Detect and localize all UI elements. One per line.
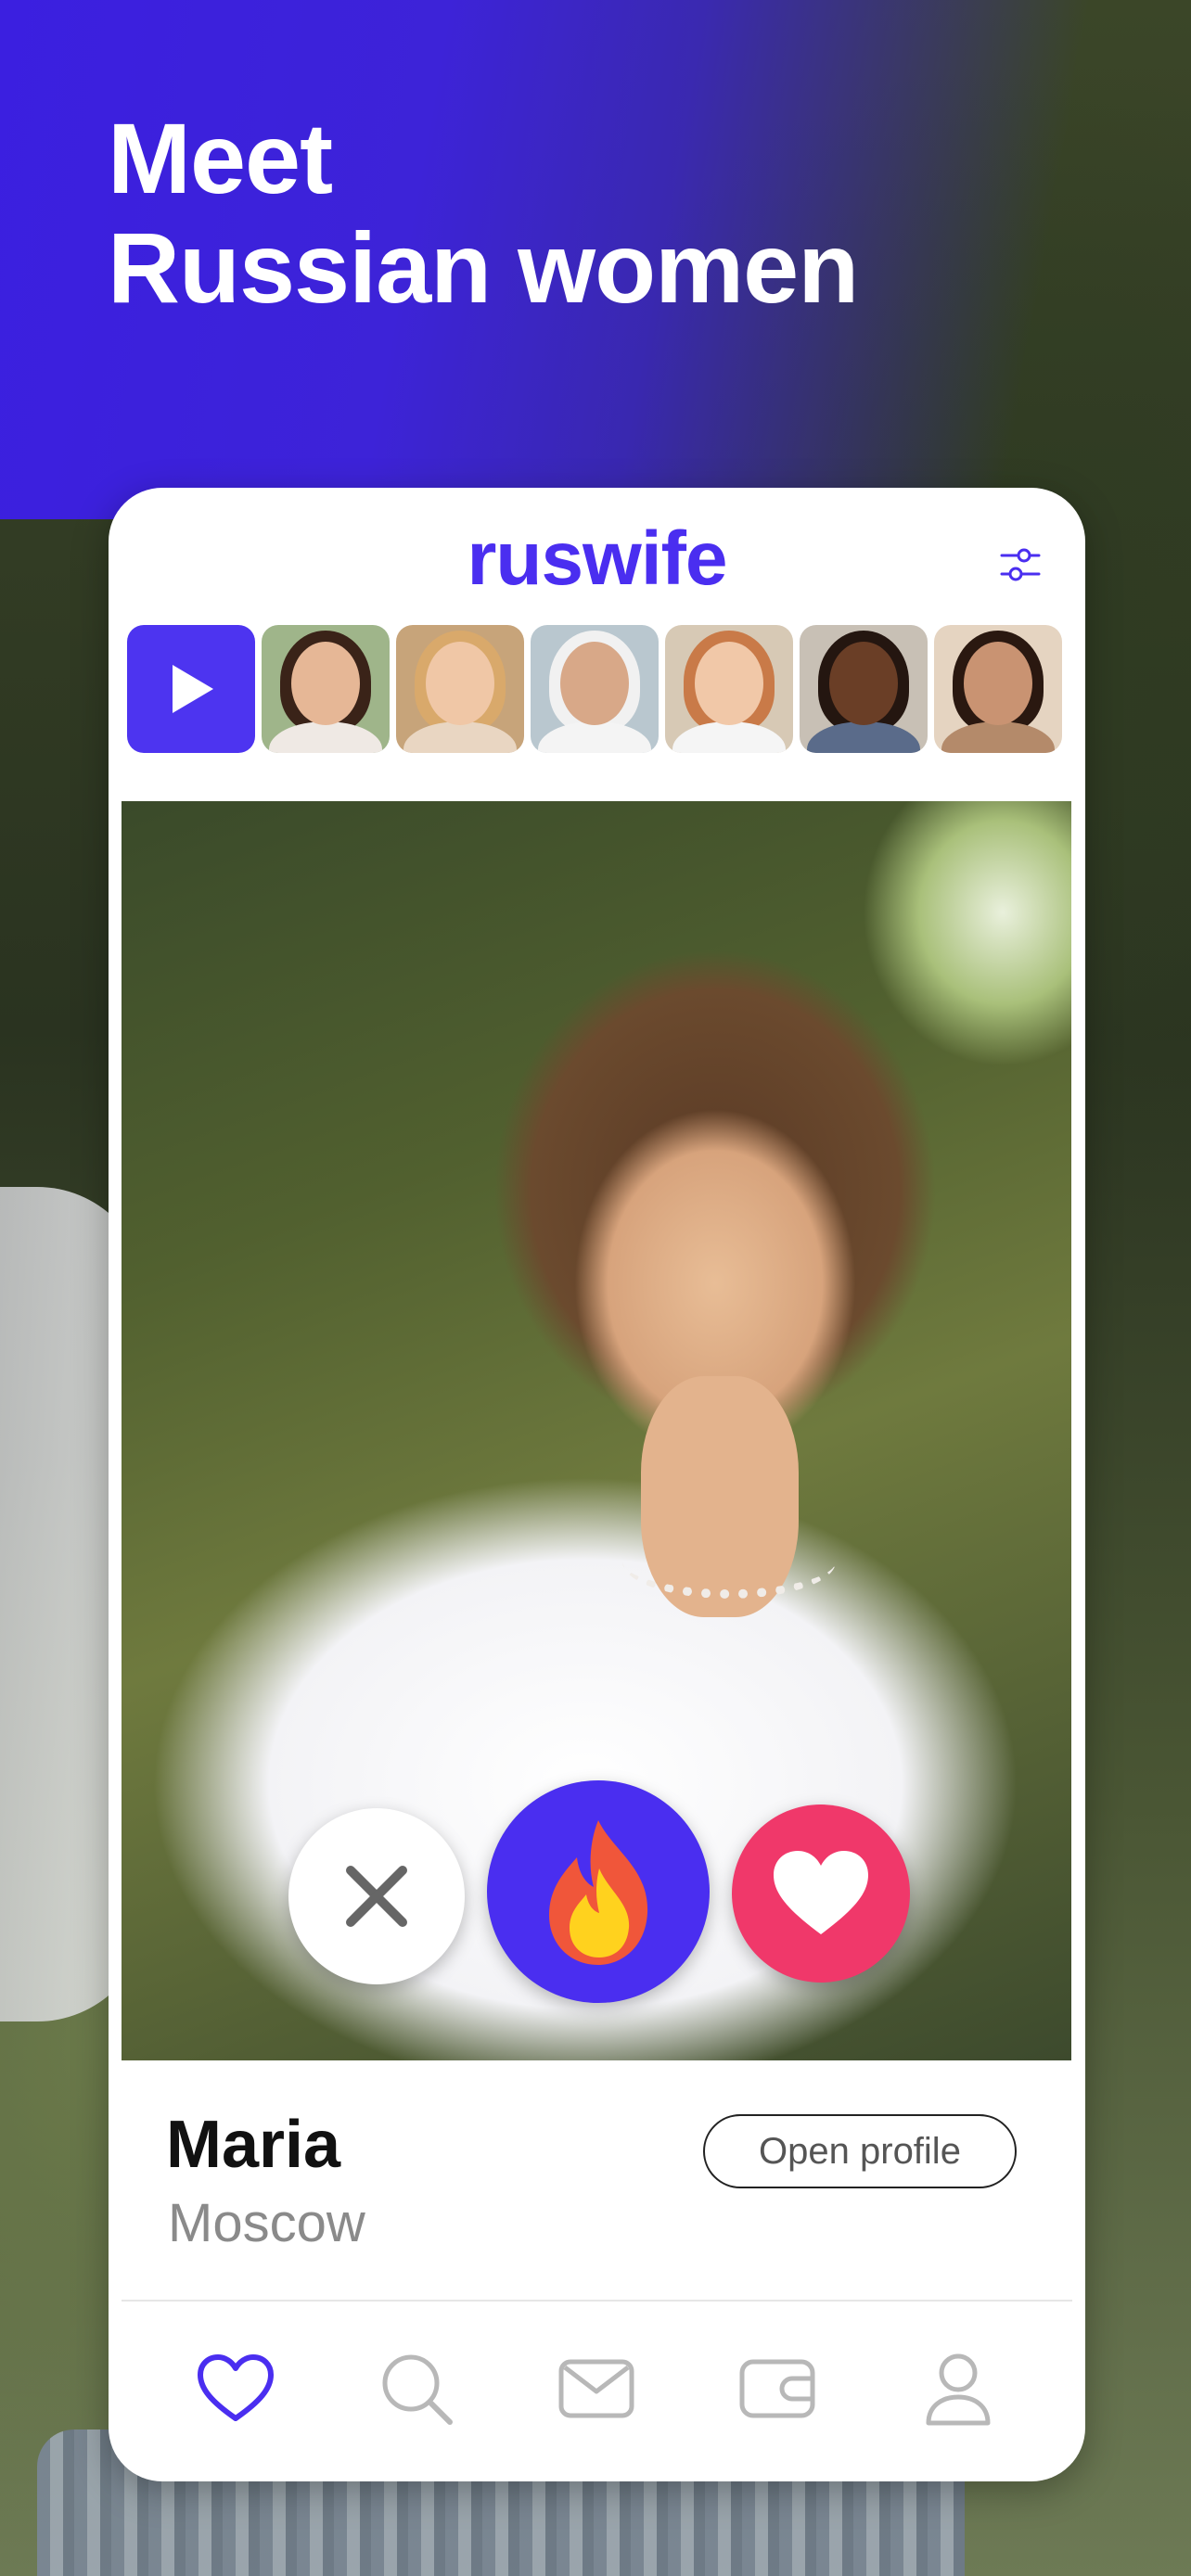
avatar-body [807, 721, 920, 753]
open-profile-button[interactable]: Open profile [703, 2114, 1017, 2188]
user-icon [926, 2353, 991, 2426]
story-video[interactable] [127, 625, 255, 753]
headline-line-1: Meet [108, 102, 333, 214]
avatar-face [964, 642, 1032, 725]
search-icon [382, 2354, 453, 2425]
tab-wallet[interactable] [731, 2342, 824, 2435]
profile-name: Maria [166, 2108, 341, 2182]
swipe-actions [109, 1780, 1085, 2003]
avatar-face [426, 642, 494, 725]
story-avatar-5[interactable] [800, 625, 928, 753]
wallet-icon [739, 2359, 815, 2418]
photo-necklace [622, 1524, 836, 1599]
avatar-body [538, 721, 651, 753]
like-button[interactable] [732, 1804, 910, 1983]
app-screen-card: ruswife Maria Moscow Open profile [109, 488, 1085, 2481]
tab-search[interactable] [370, 2342, 463, 2435]
app-logo: ruswife [467, 516, 727, 601]
stories-row [127, 625, 1062, 753]
tab-messages[interactable] [550, 2342, 643, 2435]
tabbar-divider [122, 2300, 1072, 2302]
heart-icon [774, 1851, 868, 1934]
play-icon [173, 665, 213, 713]
tab-likes[interactable] [189, 2342, 282, 2435]
tab-profile[interactable] [912, 2342, 1005, 2435]
story-avatar-2[interactable] [396, 625, 524, 753]
close-icon [346, 1866, 407, 1927]
avatar-body [269, 721, 382, 753]
filter-icon [1000, 548, 1041, 581]
bottom-tab-bar [109, 2333, 1085, 2444]
avatar-face [560, 642, 629, 725]
avatar-face [291, 642, 360, 725]
headline-line-2: Russian women [108, 211, 859, 324]
story-avatar-6[interactable] [934, 625, 1062, 753]
story-avatar-1[interactable] [262, 625, 390, 753]
avatar-body [403, 721, 517, 753]
super-like-button[interactable] [487, 1780, 710, 2003]
avatar-face [695, 642, 763, 725]
dislike-button[interactable] [288, 1808, 465, 1984]
fire-icon [549, 1820, 648, 1965]
profile-city: Moscow [168, 2193, 365, 2253]
headline: Meet Russian women [108, 102, 859, 324]
mail-icon [558, 2359, 634, 2418]
filter-button[interactable] [992, 536, 1049, 593]
avatar-face [829, 642, 898, 725]
avatar-body [672, 721, 786, 753]
heart-outline-icon [198, 2354, 275, 2421]
story-avatar-4[interactable] [665, 625, 793, 753]
story-avatar-3[interactable] [531, 625, 659, 753]
avatar-body [941, 721, 1055, 753]
